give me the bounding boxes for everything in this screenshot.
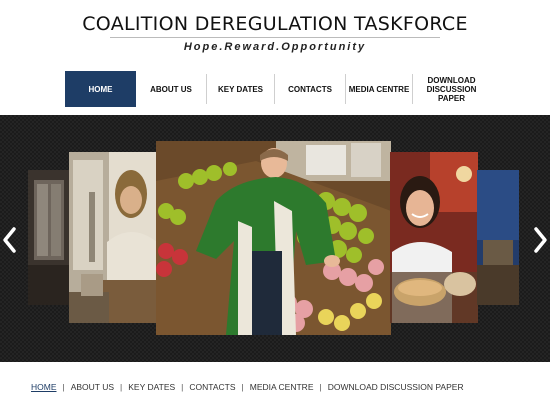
- footer-nav: HOME | ABOUT US | KEY DATES | CONTACTS |…: [31, 381, 464, 393]
- footer-link-home[interactable]: HOME: [31, 382, 57, 392]
- footer-divider: |: [120, 382, 123, 392]
- footer-divider: |: [181, 382, 184, 392]
- slide-window-scene[interactable]: [28, 170, 70, 305]
- nav-key-dates[interactable]: KEY DATES: [207, 71, 274, 107]
- site-title: COALITION DEREGULATION TASKFORCE: [82, 13, 468, 35]
- title-divider: [110, 37, 440, 38]
- footer-link-download-discussion-paper[interactable]: DOWNLOAD DISCUSSION PAPER: [328, 382, 464, 392]
- tagline: Hope.Reward.Opportunity: [183, 41, 367, 53]
- blue-wall-scene-image: [477, 170, 519, 305]
- nav-home[interactable]: HOME: [65, 71, 136, 107]
- image-slider: [0, 115, 550, 362]
- slide-blue-wall-scene[interactable]: [477, 170, 519, 305]
- footer-link-about-us[interactable]: ABOUT US: [71, 382, 114, 392]
- nav-media-centre[interactable]: MEDIA CENTRE: [346, 71, 412, 107]
- slide-woman-at-desk[interactable]: [69, 152, 157, 323]
- slider-prev-button[interactable]: [0, 225, 20, 255]
- nav-about-us[interactable]: ABOUT US: [136, 71, 206, 107]
- nav-contacts[interactable]: CONTACTS: [275, 71, 345, 107]
- chevron-left-icon: [3, 227, 16, 253]
- slider-next-button[interactable]: [530, 225, 550, 255]
- nav-download-discussion-paper[interactable]: DOWNLOAD DISCUSSION PAPER: [413, 71, 490, 107]
- window-scene-image: [28, 170, 70, 305]
- chevron-right-icon: [534, 227, 547, 253]
- woman-at-desk-image: [69, 152, 157, 323]
- grocer-with-fruit-image: [156, 141, 391, 335]
- smiling-baker-image: [390, 152, 478, 323]
- footer-divider: |: [319, 382, 322, 392]
- slide-grocer-with-fruit[interactable]: [156, 141, 391, 335]
- slide-smiling-baker[interactable]: [390, 152, 478, 323]
- footer-link-key-dates[interactable]: KEY DATES: [128, 382, 175, 392]
- footer-divider: |: [62, 382, 65, 392]
- footer-link-media-centre[interactable]: MEDIA CENTRE: [250, 382, 314, 392]
- footer-divider: |: [241, 382, 244, 392]
- main-nav: HOME ABOUT US KEY DATES CONTACTS MEDIA C…: [65, 71, 490, 107]
- footer-link-contacts[interactable]: CONTACTS: [189, 382, 235, 392]
